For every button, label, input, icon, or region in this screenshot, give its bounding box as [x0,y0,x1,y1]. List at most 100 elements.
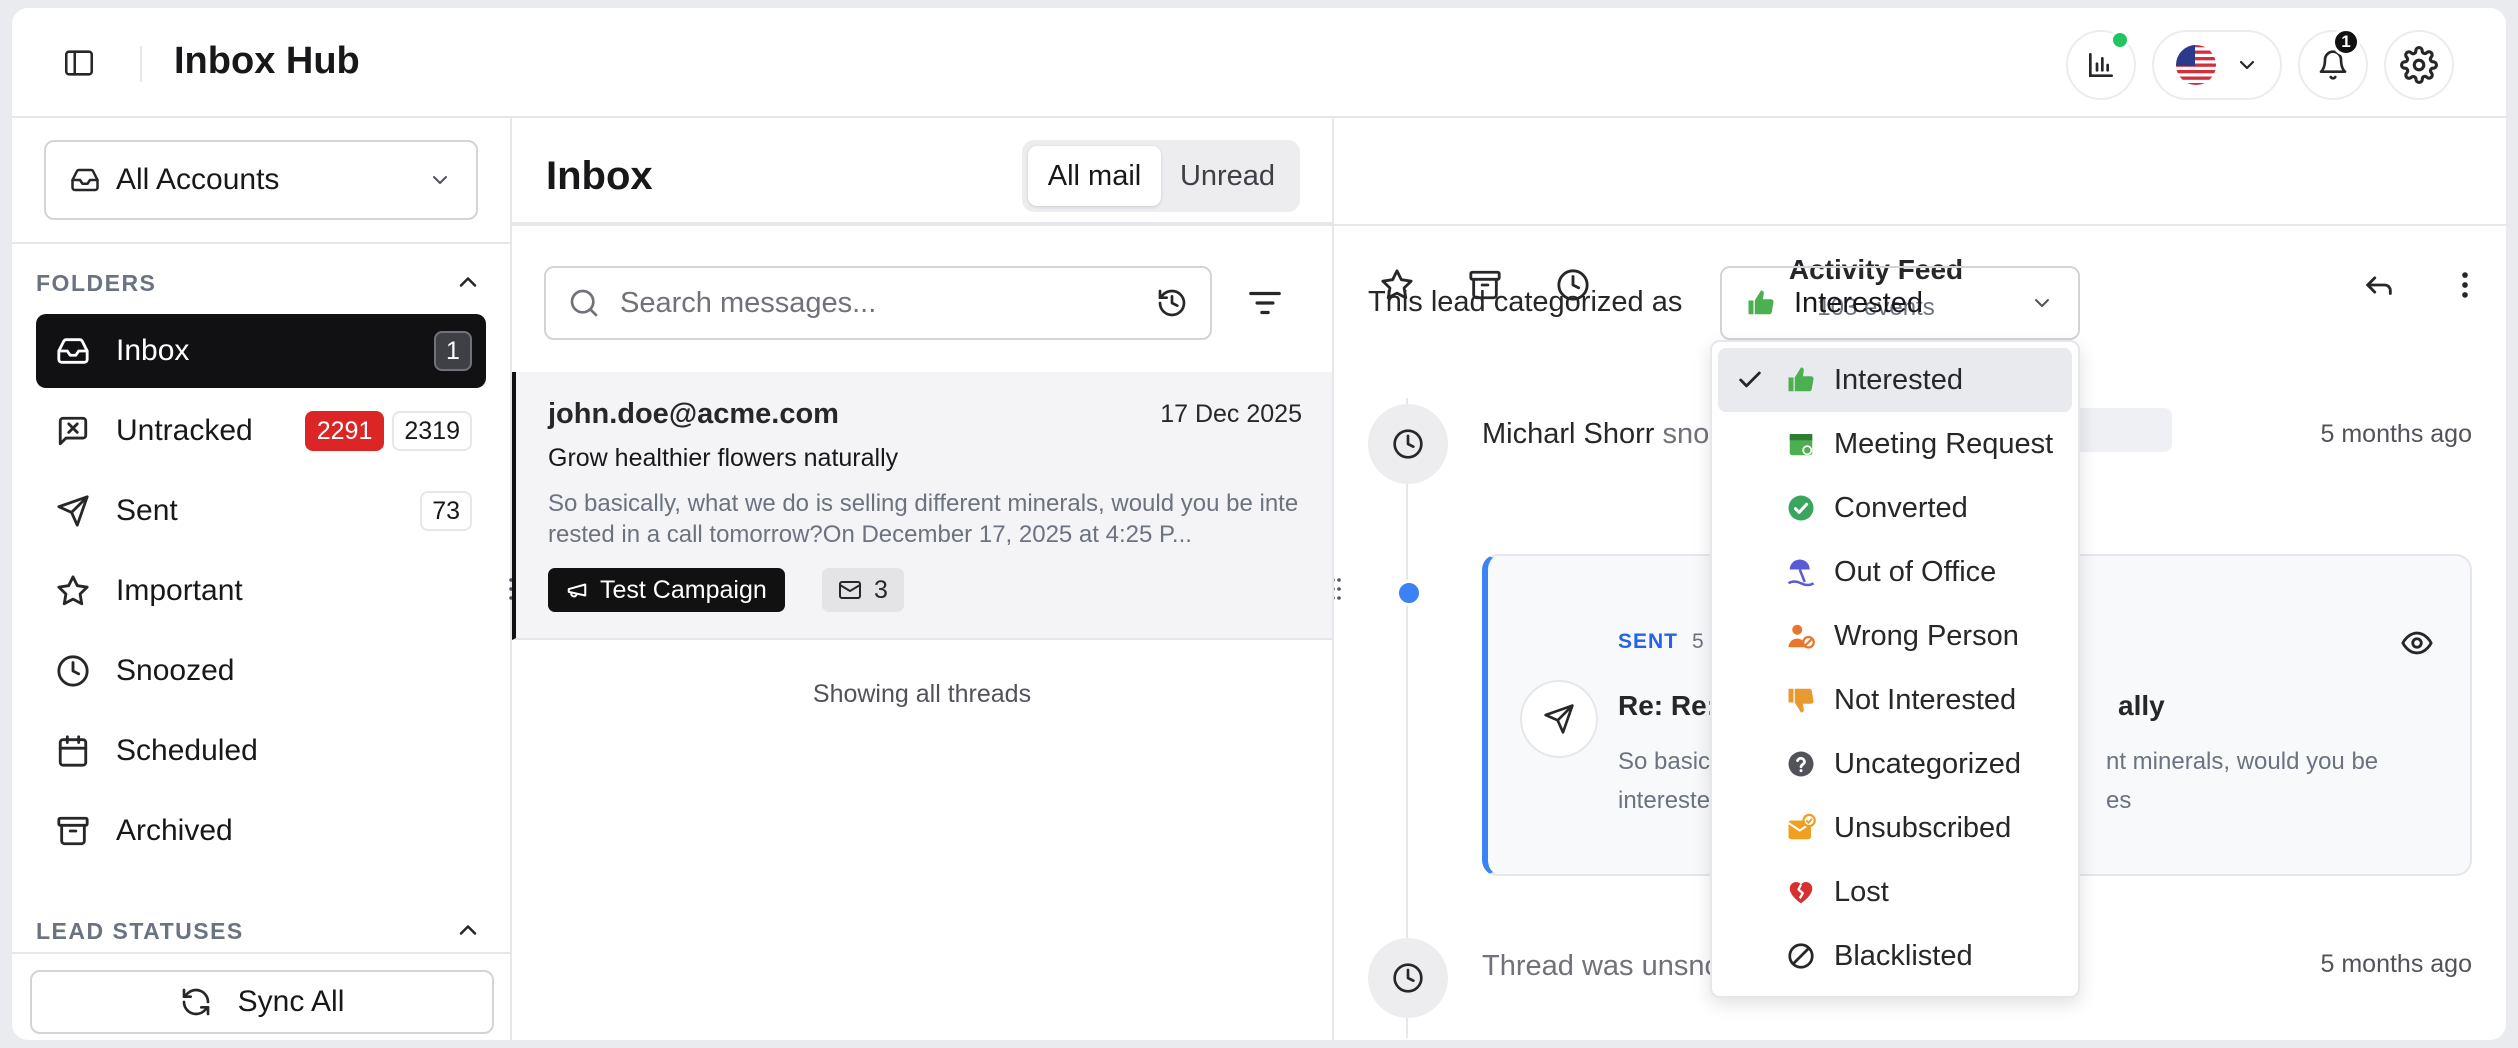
sidebar-footer-divider [12,952,510,954]
thread-preview: So basically, what we do is selling diff… [548,490,1299,548]
body-line1-start: So basic [1618,748,1711,775]
folders-heading: FOLDERS [36,270,157,296]
sidebar-item-label: Sent [116,494,178,527]
event-actor: Micharl Shorr [1482,418,1655,450]
unsnooze-event-text: Thread was unsno [1482,950,1721,983]
thread-date: 17 Dec 2025 [1160,400,1302,428]
sent-count-badge: 73 [420,491,472,531]
filter-icon[interactable] [1246,284,1284,322]
page-title: Inbox [546,154,653,198]
eye-icon[interactable] [2400,626,2434,660]
timeline-dot [1396,580,1422,606]
send-icon [57,495,89,527]
category-option-not-interested[interactable]: Not Interested [1718,668,2072,732]
mailbox-icon [71,168,99,192]
gear-icon [2400,46,2438,84]
category-option-lost[interactable]: Lost [1718,860,2072,924]
option-label: Blacklisted [1834,939,1973,972]
check-circle-icon [1788,495,1814,521]
snooze-event-icon [1368,404,1448,484]
chevron-up-icon[interactable] [454,916,482,944]
category-option-out-of-office[interactable]: Out of Office [1718,540,2072,604]
sidebar-item-label: Inbox [116,334,190,367]
option-label: Not Interested [1834,683,2017,716]
clock-icon [57,655,89,687]
event-action: sno [1662,418,1710,450]
sync-all-button[interactable]: Sync All [30,970,494,1034]
body-line1-end: nt minerals, would you be [2106,748,2379,775]
option-label: Lost [1834,875,1889,908]
sidebar-item-snoozed[interactable]: Snoozed [36,634,486,708]
calendar-icon [58,735,88,767]
thread-list-item[interactable]: john.doe@acme.com 17 Dec 2025 Grow healt… [512,372,1332,640]
category-select[interactable]: Interested [1720,266,2080,340]
search-placeholder: Search messages... [620,286,877,319]
app-window: Inbox Hub 1 All Accounts FOLDERS Inbox 1… [12,8,2506,1040]
megaphone-icon [567,583,587,598]
category-option-interested[interactable]: Interested [1718,348,2072,412]
category-option-uncategorized[interactable]: Uncategorized [1718,732,2072,796]
beach-icon [1787,559,1815,587]
history-icon[interactable] [1156,287,1188,319]
lead-statuses-heading: LEAD STATUSES [36,918,244,944]
account-select-label: All Accounts [116,163,280,196]
thumbs-up-icon [1788,367,1814,392]
sidebar-item-scheduled[interactable]: Scheduled [36,714,486,788]
untracked-icon [58,416,88,446]
sidebar-item-label: Untracked [116,414,253,447]
tab-all-mail[interactable]: All mail [1028,146,1161,206]
notifications-button[interactable]: 1 [2298,28,2368,100]
sidebar-toggle-icon[interactable] [62,46,96,80]
notification-badge: 1 [2332,28,2360,56]
option-label: Interested [1834,363,1963,396]
inbox-count-badge: 1 [434,331,472,371]
chevron-up-icon[interactable] [454,268,482,296]
option-label: Uncategorized [1834,747,2021,780]
analytics-button[interactable] [2066,30,2136,100]
mail-filter-tabs: All mail Unread [1022,140,1300,212]
sidebar-item-archived[interactable]: Archived [36,794,486,868]
refresh-icon [182,988,209,1016]
search-icon [570,289,598,317]
language-select[interactable] [2152,30,2282,100]
sidebar-item-label: Snoozed [116,654,235,687]
sidebar-item-important[interactable]: Important [36,554,486,628]
check-icon [1739,371,1761,388]
sidebar-item-label: Archived [116,814,233,847]
top-bar: Inbox Hub 1 [12,8,2506,118]
event-time: 5 months ago [2320,950,2473,978]
thread-list-panel: Inbox All mail Unread Search messages...… [512,118,1334,1040]
category-option-unsubscribed[interactable]: Unsubscribed [1718,796,2072,860]
category-option-meeting-request[interactable]: Meeting Request [1718,412,2072,476]
chevron-down-icon [2035,299,2049,307]
message-subject: Re: Re: ally [1618,690,2165,722]
ban-icon [1788,943,1814,969]
mail-unsubscribe-icon [1787,813,1816,840]
message-count-tag: 3 [822,568,904,612]
sidebar-item-sent[interactable]: Sent 73 [36,474,486,548]
account-select[interactable]: All Accounts [44,140,478,220]
settings-button[interactable] [2384,30,2454,100]
event-time: 5 months ago [2320,420,2473,448]
activity-divider [1334,224,2506,226]
archive-icon [57,816,89,846]
option-label: Unsubscribed [1834,811,2012,844]
thread-list-footer: Showing all threads [812,680,1032,708]
tab-unread[interactable]: Unread [1161,146,1294,206]
message-subject-end: ally [2118,690,2165,721]
category-option-blacklisted[interactable]: Blacklisted [1718,924,2072,988]
question-icon [1788,751,1814,777]
sidebar-divider [12,242,510,244]
untracked-unread-badge: 2291 [304,411,385,451]
category-option-wrong-person[interactable]: Wrong Person [1718,604,2072,668]
category-option-converted[interactable]: Converted [1718,476,2072,540]
unsnooze-event-icon [1368,938,1448,1018]
send-icon [1544,704,1574,734]
campaign-tag[interactable]: Test Campaign [548,568,785,612]
sidebar-item-inbox[interactable]: Inbox 1 [36,314,486,388]
search-input[interactable]: Search messages... [544,266,1212,340]
sidebar-item-untracked[interactable]: Untracked 2291 2319 [36,394,486,468]
thread-subject: Grow healthier flowers naturally [548,444,899,472]
event-action: Thread was unsno [1482,950,1721,982]
app-title: Inbox Hub [174,40,360,82]
